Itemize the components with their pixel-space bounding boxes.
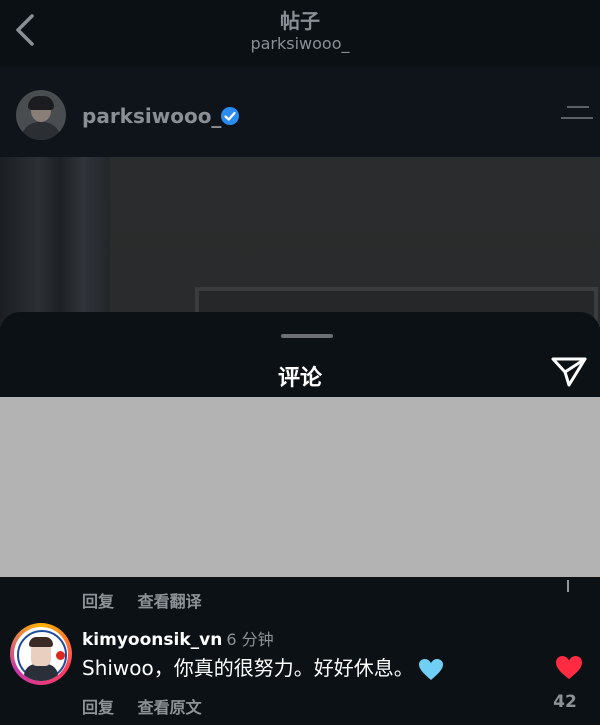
send-icon[interactable]	[550, 354, 588, 388]
see-translation-button[interactable]: 查看翻译	[138, 592, 202, 611]
author-username[interactable]: parksiwooo_	[82, 104, 221, 128]
reply-button[interactable]: 回复	[82, 592, 114, 611]
flag-icon	[56, 651, 65, 660]
like-count: 42	[553, 692, 577, 712]
drag-handle[interactable]	[281, 334, 333, 338]
comment-author: kimyoonsik_vn 6 分钟	[82, 626, 274, 650]
page-title: 帖子	[280, 9, 320, 33]
verified-badge-icon	[221, 107, 239, 125]
author-avatar[interactable]	[16, 90, 66, 140]
comment-username[interactable]: kimyoonsik_vn	[82, 630, 222, 650]
scroll-indicator	[567, 580, 569, 592]
commenter-avatar[interactable]	[10, 623, 72, 685]
comment-text: Shiwoo，你真的很努力。好好休息。	[82, 652, 444, 682]
more-options-icon[interactable]	[561, 106, 595, 126]
page-subtitle: parksiwooo_	[250, 34, 350, 53]
post-header: parksiwooo_	[0, 66, 600, 157]
comments-title: 评论	[277, 366, 322, 391]
comment-time: 6 分钟	[226, 630, 274, 649]
top-bar: 帖子 parksiwooo_	[0, 0, 600, 66]
redacted-region	[0, 397, 600, 577]
light-blue-heart-icon	[418, 658, 443, 680]
prev-comment-actions: 回复 查看翻译	[82, 588, 220, 612]
photo-curtain	[0, 157, 110, 327]
comment-body: Shiwoo，你真的很努力。好好休息。	[82, 656, 414, 680]
comment-actions: 回复 查看原文	[82, 694, 220, 718]
post-photo	[0, 157, 600, 327]
view-original-button[interactable]: 查看原文	[138, 698, 202, 717]
like-heart-icon[interactable]	[555, 655, 583, 681]
reply-button[interactable]: 回复	[82, 698, 114, 717]
